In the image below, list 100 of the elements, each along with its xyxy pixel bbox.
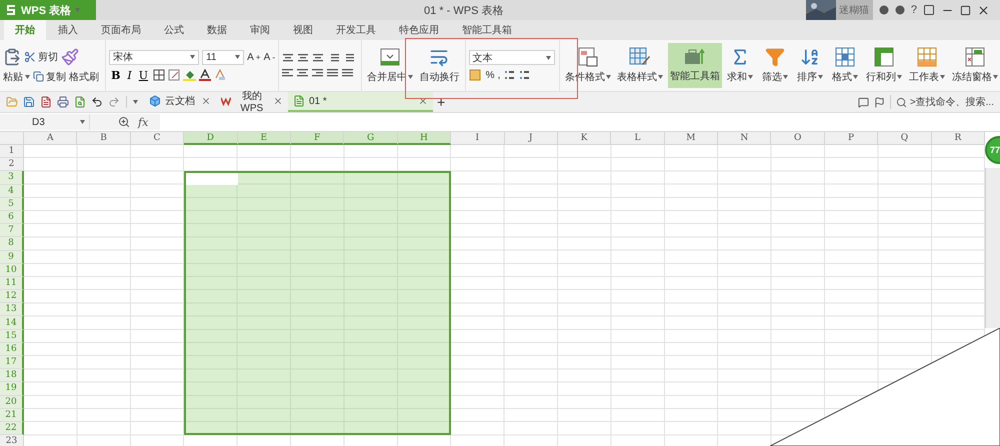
worksheet-button[interactable]: 工作表: [906, 43, 948, 88]
maximize-icon[interactable]: [960, 4, 971, 16]
row-header[interactable]: 5: [0, 198, 24, 211]
close-icon[interactable]: [273, 96, 283, 106]
new-tab-button[interactable]: +: [437, 94, 446, 110]
close-icon[interactable]: [977, 4, 990, 16]
column-header[interactable]: C: [130, 132, 184, 145]
number-format-field[interactable]: 文本: [468, 50, 555, 65]
print-preview-icon[interactable]: [74, 96, 86, 108]
row-header[interactable]: 16: [0, 342, 24, 356]
rowcol-button[interactable]: 行和列: [864, 43, 904, 88]
column-header[interactable]: L: [611, 132, 665, 145]
row-header[interactable]: 17: [0, 356, 24, 370]
increase-decimal-icon[interactable]: [503, 69, 516, 81]
row-header[interactable]: 6: [0, 210, 24, 224]
align-middle-icon[interactable]: [297, 52, 310, 64]
column-header[interactable]: J: [504, 132, 558, 145]
font-name-field[interactable]: 宋体: [109, 50, 200, 64]
ribbon-tab[interactable]: 开发工具: [325, 20, 387, 40]
align-bottom-icon[interactable]: [312, 52, 324, 64]
function-button[interactable]: fx: [138, 116, 148, 128]
ribbon-tab[interactable]: 数据: [196, 20, 238, 40]
borders-icon[interactable]: [153, 69, 166, 81]
close-icon[interactable]: [418, 96, 428, 106]
format-painter-button[interactable]: 格式刷: [69, 70, 99, 84]
ribbon-tab[interactable]: 审阅: [239, 20, 281, 40]
flag-icon[interactable]: [874, 96, 885, 108]
justify-icon[interactable]: [327, 68, 340, 78]
ribbon-tab[interactable]: 插入: [47, 20, 89, 40]
comment-icon[interactable]: [858, 96, 869, 108]
column-header[interactable]: A: [24, 132, 78, 145]
column-header[interactable]: Q: [878, 132, 932, 145]
export-icon[interactable]: [40, 96, 52, 108]
sum-button[interactable]: 求和: [724, 43, 756, 88]
column-header[interactable]: B: [77, 132, 131, 145]
column-header[interactable]: K: [558, 132, 612, 145]
row-header[interactable]: 22: [0, 422, 24, 436]
align-center-icon[interactable]: [297, 68, 310, 78]
fill-color-icon[interactable]: [183, 69, 196, 81]
row-header[interactable]: 1: [0, 145, 24, 158]
paste-icon[interactable]: [3, 48, 21, 66]
row-header[interactable]: 2: [0, 158, 24, 172]
row-header[interactable]: 21: [0, 408, 24, 422]
ribbon-tab[interactable]: 公式: [153, 20, 195, 40]
row-header[interactable]: 3: [0, 171, 24, 185]
name-box[interactable]: D3: [0, 114, 90, 130]
row-header[interactable]: 7: [0, 224, 24, 238]
search-field[interactable]: >查找命令、搜索...: [890, 95, 994, 109]
align-right-icon[interactable]: [312, 68, 324, 78]
circle-icon[interactable]: [878, 5, 889, 15]
toolbox-button[interactable]: 智能工具箱: [668, 43, 722, 88]
zoom-icon[interactable]: [118, 116, 130, 128]
wrap-button[interactable]: 自动换行: [417, 43, 462, 88]
row-header[interactable]: 15: [0, 330, 24, 343]
row-header[interactable]: 12: [0, 290, 24, 304]
column-header[interactable]: O: [771, 132, 825, 145]
copy-button[interactable]: 复制: [33, 70, 66, 84]
row-header[interactable]: 13: [0, 303, 24, 316]
freeze-button[interactable]: 冻结窗格: [950, 43, 1000, 88]
comma-button[interactable]: ,: [498, 70, 500, 80]
row-header[interactable]: 11: [0, 276, 24, 290]
help-button[interactable]: ?: [910, 4, 917, 16]
ribbon-tab[interactable]: 智能工具箱: [451, 20, 523, 40]
print-icon[interactable]: [57, 96, 69, 108]
ribbon-tab[interactable]: 页面布局: [90, 20, 152, 40]
ribbon-tab[interactable]: 特色应用: [388, 20, 450, 40]
row-header[interactable]: 20: [0, 396, 24, 409]
column-header[interactable]: M: [664, 132, 718, 145]
row-header[interactable]: 4: [0, 184, 24, 198]
percent-button[interactable]: %: [486, 70, 495, 80]
format-button[interactable]: 格式: [828, 43, 862, 88]
align-left-icon[interactable]: [282, 68, 294, 78]
vertical-scrollbar[interactable]: [985, 168, 1000, 328]
document-tab[interactable]: 云文档: [144, 92, 216, 112]
document-tab[interactable]: 我的WPS: [216, 92, 288, 112]
undo-icon[interactable]: [91, 96, 103, 108]
cut-button[interactable]: 剪切: [24, 50, 58, 64]
distributed-icon[interactable]: [342, 68, 354, 78]
save-icon[interactable]: [23, 96, 35, 108]
row-header[interactable]: 18: [0, 369, 24, 382]
active-cell[interactable]: [186, 173, 238, 185]
row-header[interactable]: 23: [0, 435, 24, 446]
row-header[interactable]: 8: [0, 237, 24, 250]
font-size-field[interactable]: 11: [202, 50, 244, 64]
cell-style-icon[interactable]: [168, 69, 180, 81]
row-header[interactable]: 10: [0, 264, 24, 277]
row-header[interactable]: 19: [0, 382, 24, 396]
currency-icon[interactable]: [468, 69, 483, 81]
align-top-icon[interactable]: [282, 52, 294, 64]
row-header[interactable]: 14: [0, 316, 24, 330]
italic-button[interactable]: I: [125, 68, 134, 82]
underline-button[interactable]: U: [136, 68, 150, 82]
document-tab[interactable]: 01 *: [288, 92, 433, 112]
close-icon[interactable]: [201, 96, 211, 106]
column-header[interactable]: R: [932, 132, 985, 145]
decrease-decimal-icon[interactable]: [518, 69, 530, 81]
font-color-icon[interactable]: [199, 69, 212, 81]
row-header[interactable]: 9: [0, 250, 24, 264]
column-header[interactable]: N: [718, 132, 772, 145]
filter-button[interactable]: 筛选: [758, 43, 792, 88]
